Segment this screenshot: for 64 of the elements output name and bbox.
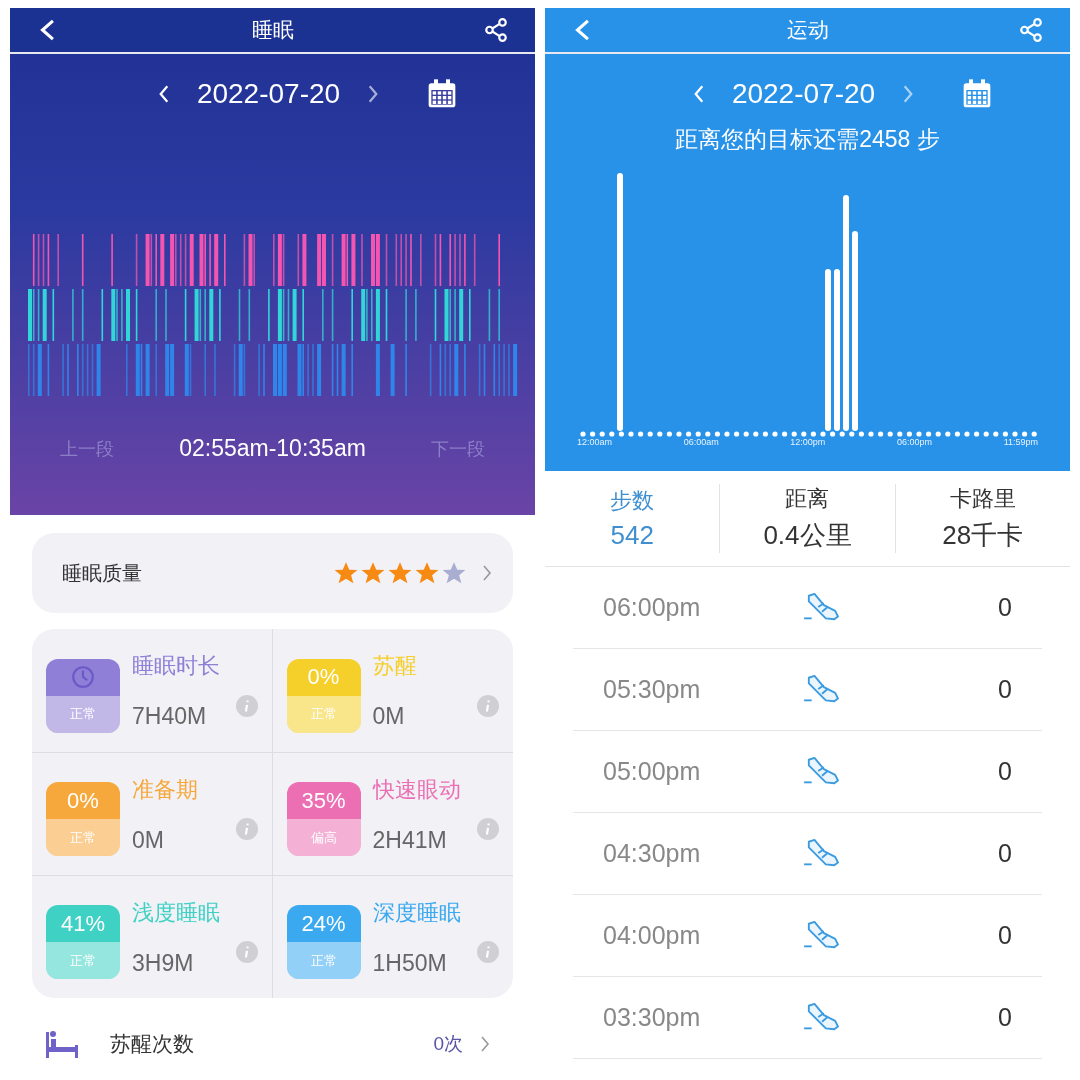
star-icon — [360, 560, 386, 586]
time-range: 02:55am-10:35am — [179, 435, 366, 462]
stage-status: 偏高 — [310, 828, 337, 847]
share-icon[interactable] — [483, 17, 509, 43]
stage-duration: 7H40M — [132, 703, 208, 730]
wake-count-value: 0次 — [433, 1032, 463, 1056]
stage-status: 正常 — [310, 705, 337, 723]
axis-label: 06:00am — [683, 437, 719, 447]
stage-percent: 0% — [67, 787, 99, 814]
stage-duration: 3H9M — [132, 949, 195, 977]
goal-message: 距离您的目标还需2458 步 — [674, 125, 941, 154]
stage-title: 睡眠时长 — [132, 652, 221, 680]
stage-title: 快速眼动 — [372, 775, 462, 804]
stage-status: 正常 — [310, 951, 337, 970]
stage-duration: 2H41M — [372, 826, 448, 854]
time-label: 05:30pm — [602, 675, 702, 704]
stat-tab[interactable]: 距离 0.4公里 — [719, 484, 895, 553]
time-label: 04:30pm — [602, 839, 702, 868]
stage-title: 浅度睡眠 — [132, 898, 221, 927]
wake-count-label: 苏醒次数 — [110, 1031, 195, 1057]
step-count: 0 — [997, 757, 1013, 786]
time-label: 03:30pm — [602, 1003, 702, 1032]
axis-label: 11:59pm — [1003, 437, 1038, 447]
page-title: 睡眠 — [251, 17, 294, 43]
stat-tab[interactable]: 步数 542 — [545, 486, 720, 551]
star-icon — [387, 560, 413, 586]
stage-percent: 24% — [301, 910, 346, 937]
stage-title: 深度睡眠 — [372, 898, 462, 927]
stage-percent: 41% — [60, 910, 105, 937]
star-icon — [333, 560, 359, 586]
star-icon — [441, 560, 467, 586]
step-count: 0 — [997, 921, 1013, 950]
time-label: 04:00pm — [602, 921, 702, 950]
wake-count-row[interactable]: 苏醒次数 0次 — [32, 1014, 513, 1074]
stage-duration: 1H50M — [372, 949, 448, 977]
stage-status: 正常 — [70, 951, 96, 970]
step-count: 0 — [997, 675, 1013, 704]
axis-label: 06:00pm — [896, 437, 932, 447]
stage-duration: 0M — [372, 703, 406, 730]
stage-duration: 0M — [132, 826, 165, 854]
page-title: 运动 — [786, 17, 829, 43]
step-count: 0 — [997, 839, 1013, 868]
sleep-quality-row[interactable]: 睡眠质量 — [32, 533, 513, 613]
chevron-right-icon — [481, 563, 493, 583]
bed-icon — [44, 1030, 80, 1058]
stat-tab[interactable]: 卡路里 28千卡 — [894, 484, 1070, 553]
step-count: 0 — [997, 593, 1013, 622]
stage-title: 苏醒 — [372, 652, 418, 680]
step-count: 0 — [997, 1003, 1013, 1032]
clock-icon — [70, 664, 96, 690]
date-label: 2022-07-20 — [196, 78, 341, 110]
stage-status: 正常 — [70, 705, 96, 723]
star-icon — [414, 560, 440, 586]
axis-label: 12:00am — [577, 437, 613, 447]
chevron-right-icon — [479, 1034, 491, 1054]
stage-percent: 0% — [307, 664, 340, 690]
time-label: 05:00pm — [602, 757, 702, 786]
axis-label: 12:00pm — [790, 437, 826, 447]
stage-title: 准备期 — [132, 775, 199, 804]
stage-status: 正常 — [70, 828, 96, 847]
time-label: 06:00pm — [602, 593, 702, 622]
stage-percent: 35% — [301, 787, 346, 814]
quality-label: 睡眠质量 — [62, 560, 143, 586]
date-label: 2022-07-20 — [731, 78, 876, 110]
